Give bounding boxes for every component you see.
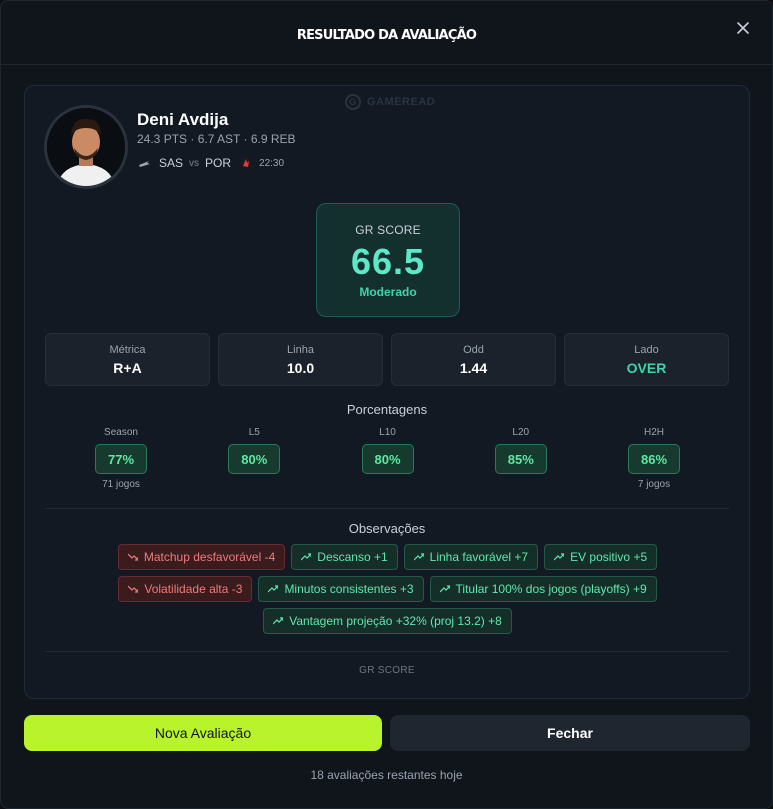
pct-l5: L5 80% <box>214 427 294 491</box>
tag-text: Descanso +1 <box>317 550 388 564</box>
observation-tag: EV positivo +5 <box>544 544 658 570</box>
pct-badge: 80% <box>361 444 414 474</box>
percentages-row: Season 77% 71 jogos L5 80% L10 80% L20 8… <box>45 427 730 491</box>
tag-text: Volatilidade alta -3 <box>144 582 243 596</box>
observation-tag: Minutos consistentes +3 <box>258 576 424 602</box>
modal-title: RESULTADO DA AVALIAÇÃO <box>296 28 477 43</box>
trend-down-icon <box>128 585 139 593</box>
pct-l10: L10 80% <box>348 427 428 491</box>
pct-h2h: H2H 86% 7 jogos <box>614 427 694 491</box>
blazers-logo-icon <box>240 157 253 169</box>
tag-text: Vantagem projeção +32% (proj 13.2) +8 <box>289 614 502 628</box>
observation-tags: Matchup desfavorável -4 Descanso +1 Linh… <box>45 544 730 640</box>
spurs-logo-icon <box>139 161 150 167</box>
odd-value: 1.44 <box>459 360 488 376</box>
line-card: Linha 10.0 <box>218 333 383 386</box>
score-label: GR SCORE <box>355 223 421 237</box>
tag-text: Titular 100% dos jogos (playoffs) +9 <box>455 582 647 596</box>
matchup: SAS vs POR 22:30 <box>137 156 284 170</box>
score-value: 66.5 <box>350 241 426 282</box>
tag-text: EV positivo +5 <box>570 550 648 564</box>
vs-label: vs <box>189 157 200 169</box>
divider <box>45 508 730 509</box>
pct-badge: 86% <box>628 444 680 474</box>
home-team: SAS <box>159 156 184 170</box>
tag-row: Vantagem projeção +32% (proj 13.2) +8 <box>45 608 730 634</box>
trend-up-icon <box>273 617 284 625</box>
new-evaluation-button[interactable]: Nova Avaliação <box>24 715 382 751</box>
percentages-title: Porcentagens <box>346 402 428 417</box>
trend-up-icon <box>268 585 279 593</box>
metrics-row: Métrica R+A Linha 10.0 Odd 1.44 Lado OVE… <box>45 333 730 386</box>
side-value: OVER <box>626 360 667 376</box>
pct-games: 7 jogos <box>637 479 671 490</box>
pct-season: Season 77% 71 jogos <box>81 427 161 491</box>
divider <box>45 651 730 652</box>
metric-value: R+A <box>113 360 142 376</box>
player-name: Deni Avdija <box>137 110 229 129</box>
gameread-logo-icon: G <box>345 94 361 110</box>
game-time: 22:30 <box>259 157 285 169</box>
watermark-text: GAMEREAD <box>367 96 436 108</box>
tag-row: Volatilidade alta -3 Minutos consistente… <box>45 576 730 602</box>
gr-score-footer: GR SCORE <box>359 665 415 676</box>
evaluation-modal: RESULTADO DA AVALIAÇÃO G GAMEREAD Deni A… <box>0 0 773 809</box>
line-value: 10.0 <box>286 360 315 376</box>
tag-text: Matchup desfavorável -4 <box>143 550 276 564</box>
modal-header: RESULTADO DA AVALIAÇÃO <box>1 1 772 65</box>
pct-badge: 80% <box>228 444 281 474</box>
pct-label: L10 <box>379 427 396 438</box>
trend-up-icon <box>554 553 565 561</box>
line-label: Linha <box>287 344 314 356</box>
pct-label: L5 <box>248 427 260 438</box>
observation-tag: Volatilidade alta -3 <box>118 576 253 602</box>
score-level: Moderado <box>359 285 417 299</box>
observation-tag: Titular 100% dos jogos (playoffs) +9 <box>429 576 657 602</box>
trend-up-icon <box>413 553 424 561</box>
away-team: POR <box>205 156 232 170</box>
trend-up-icon <box>439 585 450 593</box>
pct-label: L20 <box>512 427 530 438</box>
observation-tag: Descanso +1 <box>291 544 398 570</box>
close-button[interactable]: Fechar <box>390 715 750 751</box>
player-avatar <box>44 105 128 189</box>
pct-l20: L20 85% <box>481 427 561 491</box>
evaluation-card: G GAMEREAD Deni Avdija 24.3 PTS · 6.7 AS… <box>24 85 750 699</box>
pct-label: H2H <box>643 427 664 438</box>
metric-label: Métrica <box>109 344 146 356</box>
watermark: G GAMEREAD <box>345 94 435 110</box>
side-card: Lado OVER <box>564 333 729 386</box>
trend-down-icon <box>127 553 138 561</box>
gr-score-box: GR SCORE 66.5 Moderado <box>316 203 460 317</box>
tag-row: Matchup desfavorável -4 Descanso +1 Linh… <box>45 544 730 570</box>
pct-badge: 77% <box>95 444 147 474</box>
pct-label: Season <box>104 427 138 438</box>
remaining-evaluations: 18 avaliações restantes hoje <box>310 768 463 782</box>
pct-badge: 85% <box>494 444 547 474</box>
player-portrait-icon <box>47 108 125 186</box>
tag-text: Linha favorável +7 <box>429 550 529 564</box>
odd-card: Odd 1.44 <box>391 333 556 386</box>
observation-tag: Linha favorável +7 <box>403 544 539 570</box>
side-label: Lado <box>634 344 659 356</box>
observations-title: Observações <box>348 521 426 536</box>
odd-label: Odd <box>463 344 484 356</box>
trend-up-icon <box>301 553 312 561</box>
tag-text: Minutos consistentes +3 <box>284 582 414 596</box>
player-stats: 24.3 PTS · 6.7 AST · 6.9 REB <box>137 132 296 146</box>
observation-tag: Matchup desfavorável -4 <box>117 544 286 570</box>
pct-games: 71 jogos <box>102 479 140 490</box>
observation-tag: Vantagem projeção +32% (proj 13.2) +8 <box>263 608 512 634</box>
close-icon[interactable] <box>734 19 752 37</box>
metric-card: Métrica R+A <box>45 333 210 386</box>
